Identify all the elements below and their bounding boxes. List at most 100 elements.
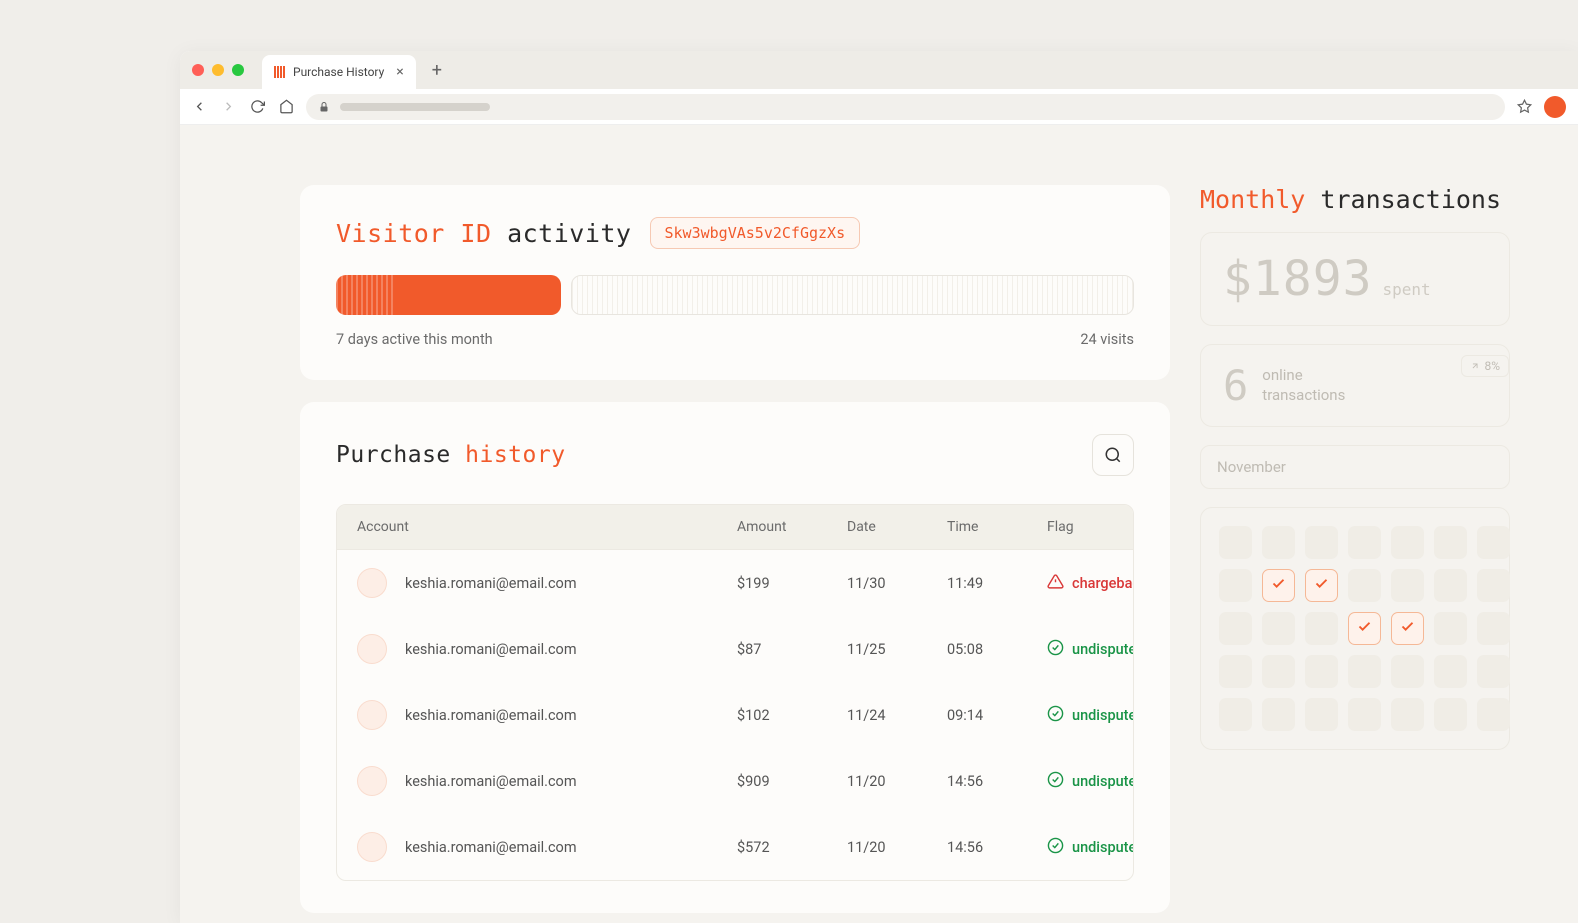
calendar-day[interactable] xyxy=(1219,698,1252,731)
calendar-day[interactable] xyxy=(1305,612,1338,645)
spent-amount: $1893 xyxy=(1223,251,1373,307)
date-cell: 11/24 xyxy=(847,707,947,724)
amount-cell: $199 xyxy=(737,575,847,592)
calendar-day[interactable] xyxy=(1219,612,1252,645)
calendar-day[interactable] xyxy=(1348,569,1381,602)
address-bar[interactable] xyxy=(306,94,1505,120)
calendar-day[interactable] xyxy=(1434,526,1467,559)
account-email: keshia.romani@email.com xyxy=(405,641,577,658)
calendar-day[interactable] xyxy=(1262,698,1295,731)
time-cell: 05:08 xyxy=(947,641,1047,658)
account-email: keshia.romani@email.com xyxy=(405,773,577,790)
table-row[interactable]: keshia.romani@email.com$90911/2014:56und… xyxy=(337,748,1133,814)
table-row[interactable]: keshia.romani@email.com$8711/2505:08undi… xyxy=(337,616,1133,682)
visitor-activity-card: Visitor ID activity Skw3wbgVAs5v2CfGgzXs… xyxy=(300,185,1170,380)
month-selector[interactable]: November xyxy=(1200,445,1510,489)
amount-cell: $102 xyxy=(737,707,847,724)
account-email: keshia.romani@email.com xyxy=(405,575,577,592)
table-row[interactable]: keshia.romani@email.com $10211/2409:14und… xyxy=(337,682,1133,748)
back-icon[interactable] xyxy=(192,99,207,114)
lock-icon xyxy=(318,101,330,113)
calendar-day[interactable] xyxy=(1434,698,1467,731)
monthly-title: Monthly transactions xyxy=(1200,185,1510,214)
forward-icon[interactable] xyxy=(221,99,236,114)
calendar-day[interactable] xyxy=(1262,612,1295,645)
purchase-history-card: Purchase history Account Amount Date Tim… xyxy=(300,402,1170,913)
check-circle-icon xyxy=(1047,639,1064,660)
calendar-day[interactable] xyxy=(1391,698,1424,731)
calendar-day[interactable] xyxy=(1391,526,1424,559)
check-icon xyxy=(1357,619,1372,638)
time-cell: 09:14 xyxy=(947,707,1047,724)
browser-window: Purchase History × + Visit xyxy=(180,51,1578,923)
calendar-day[interactable] xyxy=(1434,569,1467,602)
calendar-day[interactable] xyxy=(1262,655,1295,688)
account-avatar-icon xyxy=(357,832,387,862)
calendar-day[interactable] xyxy=(1348,655,1381,688)
new-tab-button[interactable]: + xyxy=(424,60,450,81)
calendar-day[interactable] xyxy=(1434,612,1467,645)
profile-avatar-icon[interactable] xyxy=(1544,96,1566,118)
date-cell: 11/20 xyxy=(847,839,947,856)
account-email: keshia.romani@email.com xyxy=(405,839,577,856)
table-row[interactable]: keshia.romani@email.com $19911/3011:49cha… xyxy=(337,550,1133,616)
calendar-day[interactable] xyxy=(1262,526,1295,559)
pct-change-badge: 8% xyxy=(1461,355,1509,377)
calendar-day[interactable] xyxy=(1348,698,1381,731)
activity-progress xyxy=(336,275,1134,315)
purchase-table: Account Amount Date Time Flag keshia.rom… xyxy=(336,504,1134,881)
calendar-day[interactable] xyxy=(1219,655,1252,688)
calendar-day[interactable] xyxy=(1477,569,1510,602)
calendar-day[interactable] xyxy=(1305,698,1338,731)
time-cell: 14:56 xyxy=(947,773,1047,790)
window-controls xyxy=(192,64,244,76)
calendar-day[interactable] xyxy=(1477,655,1510,688)
col-time: Time xyxy=(947,519,1047,535)
star-icon[interactable] xyxy=(1517,99,1532,114)
search-button[interactable] xyxy=(1092,434,1134,476)
date-cell: 11/20 xyxy=(847,773,947,790)
check-circle-icon xyxy=(1047,771,1064,792)
browser-tab[interactable]: Purchase History × xyxy=(262,55,416,89)
calendar-day[interactable] xyxy=(1477,698,1510,731)
calendar-day[interactable] xyxy=(1262,569,1295,602)
transactions-card: 6 online transactions 8% xyxy=(1200,344,1510,427)
flag-cell: chargeback xyxy=(1047,573,1134,594)
close-tab-icon[interactable]: × xyxy=(396,64,403,80)
col-account: Account xyxy=(357,519,737,535)
calendar-day[interactable] xyxy=(1305,569,1338,602)
calendar-day[interactable] xyxy=(1219,526,1252,559)
calendar-day[interactable] xyxy=(1434,655,1467,688)
close-window-icon[interactable] xyxy=(192,64,204,76)
warning-icon xyxy=(1047,573,1064,594)
visitor-id-badge[interactable]: Skw3wbgVAs5v2CfGgzXs xyxy=(650,217,861,249)
maximize-window-icon[interactable] xyxy=(232,64,244,76)
calendar-day[interactable] xyxy=(1477,526,1510,559)
calendar-day[interactable] xyxy=(1219,569,1252,602)
spent-card: $1893 spent xyxy=(1200,232,1510,326)
flag-cell: undisputed xyxy=(1047,837,1134,858)
calendar-day[interactable] xyxy=(1348,526,1381,559)
calendar-day[interactable] xyxy=(1348,612,1381,645)
col-date: Date xyxy=(847,519,947,535)
date-cell: 11/30 xyxy=(847,575,947,592)
time-cell: 11:49 xyxy=(947,575,1047,592)
browser-tab-bar: Purchase History × + xyxy=(180,51,1578,89)
spent-label: spent xyxy=(1383,280,1431,299)
calendar-day[interactable] xyxy=(1391,612,1424,645)
table-row[interactable]: keshia.romani@email.com$57211/2014:56und… xyxy=(337,814,1133,880)
flag-cell: undisputed xyxy=(1047,705,1134,726)
calendar-day[interactable] xyxy=(1391,569,1424,602)
tab-favicon-icon xyxy=(274,66,285,78)
account-email: keshia.romani@email.com xyxy=(405,707,577,724)
page-content: Visitor ID activity Skw3wbgVAs5v2CfGgzXs… xyxy=(180,125,1578,923)
col-flag: Flag xyxy=(1047,519,1113,535)
minimize-window-icon[interactable] xyxy=(212,64,224,76)
amount-cell: $572 xyxy=(737,839,847,856)
calendar-day[interactable] xyxy=(1305,655,1338,688)
calendar-day[interactable] xyxy=(1391,655,1424,688)
reload-icon[interactable] xyxy=(250,99,265,114)
calendar-day[interactable] xyxy=(1477,612,1510,645)
calendar-day[interactable] xyxy=(1305,526,1338,559)
home-icon[interactable] xyxy=(279,99,294,114)
